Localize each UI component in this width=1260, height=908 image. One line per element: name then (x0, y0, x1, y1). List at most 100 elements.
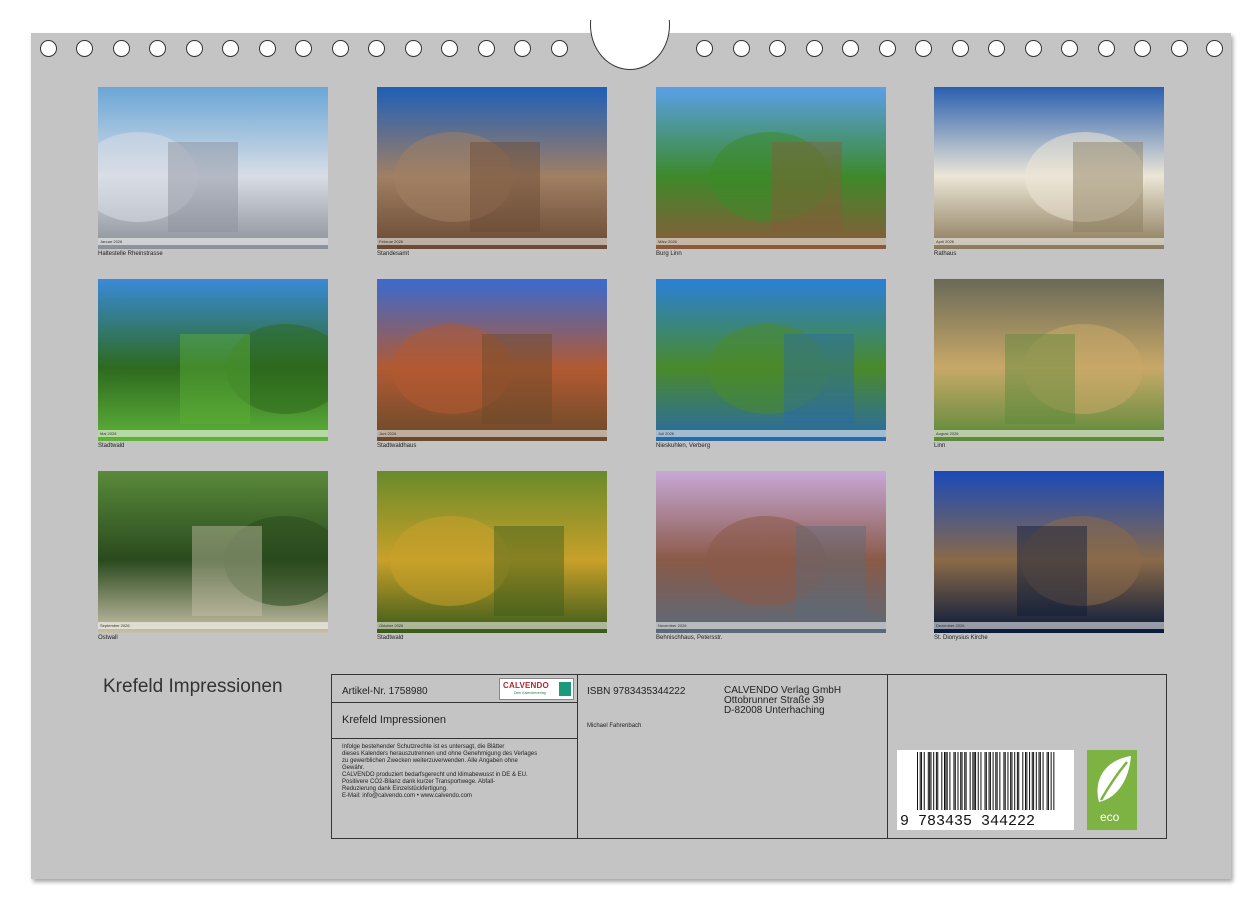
month-photo: Januar 2026 (98, 87, 328, 249)
isbn-barcode: 9 783435 344222 (897, 750, 1074, 830)
binding-ring (806, 40, 823, 57)
binding-ring (222, 40, 239, 57)
photo-caption: Ostwall (98, 635, 118, 641)
eco-label: eco (1100, 810, 1120, 824)
binding-ring (441, 40, 458, 57)
product-info-box: Artikel-Nr. 1758980 CALVENDO Dein Kalend… (331, 674, 1167, 839)
binding-ring (478, 40, 495, 57)
binding-ring (551, 40, 568, 57)
month-photo: September 2026 (98, 471, 328, 633)
binding-ring (113, 40, 130, 57)
middle-info-column: ISBN 9783435344222 Michael Fahrenbach CA… (577, 675, 888, 838)
eco-badge: eco (1087, 750, 1137, 830)
calendar-title: Krefeld Impressionen (103, 676, 283, 697)
article-number: Artikel-Nr. 1758980 (342, 686, 428, 697)
publisher-address: CALVENDO Verlag GmbH Ottobrunner Straße 3… (724, 686, 841, 716)
barcode-number: 9 783435 344222 (900, 813, 1036, 830)
binding-ring (988, 40, 1005, 57)
legal-line: Positivere CO2-Bilanz dank kurzer Transp… (342, 779, 496, 785)
binding-ring (186, 40, 203, 57)
month-label: Juli 2026 (658, 431, 675, 436)
month-label: Mai 2026 (100, 431, 117, 436)
month-day-strip: Dezember 2026 (934, 622, 1164, 629)
month-day-strip: Februar 2026 (377, 238, 607, 245)
month-day-strip: Juni 2026 (377, 430, 607, 437)
photo-caption: Linn (934, 443, 946, 449)
month-label: Oktober 2026 (379, 623, 404, 628)
photo-caption: Haltestelle Rheinstrasse (98, 251, 163, 257)
author: Michael Fahrenbach (587, 723, 642, 729)
month-day-strip: Mai 2026 (98, 430, 328, 437)
month-label: März 2026 (658, 239, 677, 244)
binding-ring (259, 40, 276, 57)
legal-line: dieses Kalenders herauszutrennen und ohn… (342, 751, 538, 757)
binding-ring (733, 40, 750, 57)
photo-caption: Stadtwald (377, 635, 404, 641)
binding-ring (295, 40, 312, 57)
binding-ring (696, 40, 713, 57)
binding-ring (952, 40, 969, 57)
month-label: August 2026 (936, 431, 959, 436)
month-photo: August 2026 (934, 279, 1164, 441)
binding-ring (368, 40, 385, 57)
month-day-strip: Januar 2026 (98, 238, 328, 245)
binding-ring (769, 40, 786, 57)
month-day-strip: August 2026 (934, 430, 1164, 437)
isbn: ISBN 9783435344222 (587, 686, 686, 697)
legal-line: Gewähr. (342, 765, 365, 771)
photo-caption: Rathaus (934, 251, 957, 257)
legal-notice: Infolge bestehender Schutzrechte ist es … (342, 744, 577, 800)
calvendo-logo: CALVENDO Dein Kalenderverlag (499, 678, 574, 700)
month-photo: April 2026 (934, 87, 1164, 249)
info-title: Krefeld Impressionen (342, 714, 446, 726)
photo-caption: Nieskuhlen, Verberg (656, 443, 711, 449)
month-label: Januar 2026 (100, 239, 123, 244)
binding-ring (842, 40, 859, 57)
month-photo: November 2026 (656, 471, 886, 633)
legal-line: Infolge bestehender Schutzrechte ist es … (342, 744, 505, 750)
photo-caption: Behnischhaus, Petersstr. (656, 635, 723, 641)
month-day-strip: November 2026 (656, 622, 886, 629)
month-label: Dezember 2026 (936, 623, 965, 628)
photo-caption: Burg Linn (656, 251, 682, 257)
binding-ring (405, 40, 422, 57)
legal-line: Reduzierung dank Einzelstückfertigung. (342, 786, 448, 792)
month-photo: Dezember 2026 (934, 471, 1164, 633)
binding-ring (1206, 40, 1223, 57)
month-photo: Juli 2026 (656, 279, 886, 441)
photo-caption: Standesamt (377, 251, 410, 257)
month-photo: Oktober 2026 (377, 471, 607, 633)
month-photo: März 2026 (656, 87, 886, 249)
binding-ring (1025, 40, 1042, 57)
binding-ring (40, 40, 57, 57)
binding-ring (1171, 40, 1188, 57)
month-label: Februar 2026 (379, 239, 404, 244)
month-label: Juni 2026 (379, 431, 397, 436)
left-info-column: Artikel-Nr. 1758980 CALVENDO Dein Kalend… (332, 675, 578, 838)
binding-ring (1061, 40, 1078, 57)
month-label: April 2026 (936, 239, 955, 244)
month-day-strip: April 2026 (934, 238, 1164, 245)
photo-caption: Stadtwald (98, 443, 125, 449)
month-day-strip: September 2026 (98, 622, 328, 629)
month-photo: Februar 2026 (377, 87, 607, 249)
binding-ring (1134, 40, 1151, 57)
month-photo: Juni 2026 (377, 279, 607, 441)
month-day-strip: Oktober 2026 (377, 622, 607, 629)
legal-line: CALVENDO produziert bedarfsgerecht und k… (342, 772, 528, 778)
binding-ring (879, 40, 896, 57)
binding-ring (332, 40, 349, 57)
month-label: November 2026 (658, 623, 687, 628)
month-photo: Mai 2026 (98, 279, 328, 441)
leaf-icon (1097, 756, 1131, 802)
month-label: September 2026 (100, 623, 130, 628)
hanger-cutout (590, 20, 670, 70)
photo-caption: St. Dionysius Kirche (934, 635, 988, 641)
legal-line: E-Mail: info@calvendo.com • www.calvendo… (342, 793, 472, 799)
photo-caption: Stadtwaldhaus (377, 443, 417, 449)
binding-ring (1098, 40, 1115, 57)
binding-ring (149, 40, 166, 57)
binding-ring (514, 40, 531, 57)
binding-ring (76, 40, 93, 57)
month-day-strip: März 2026 (656, 238, 886, 245)
